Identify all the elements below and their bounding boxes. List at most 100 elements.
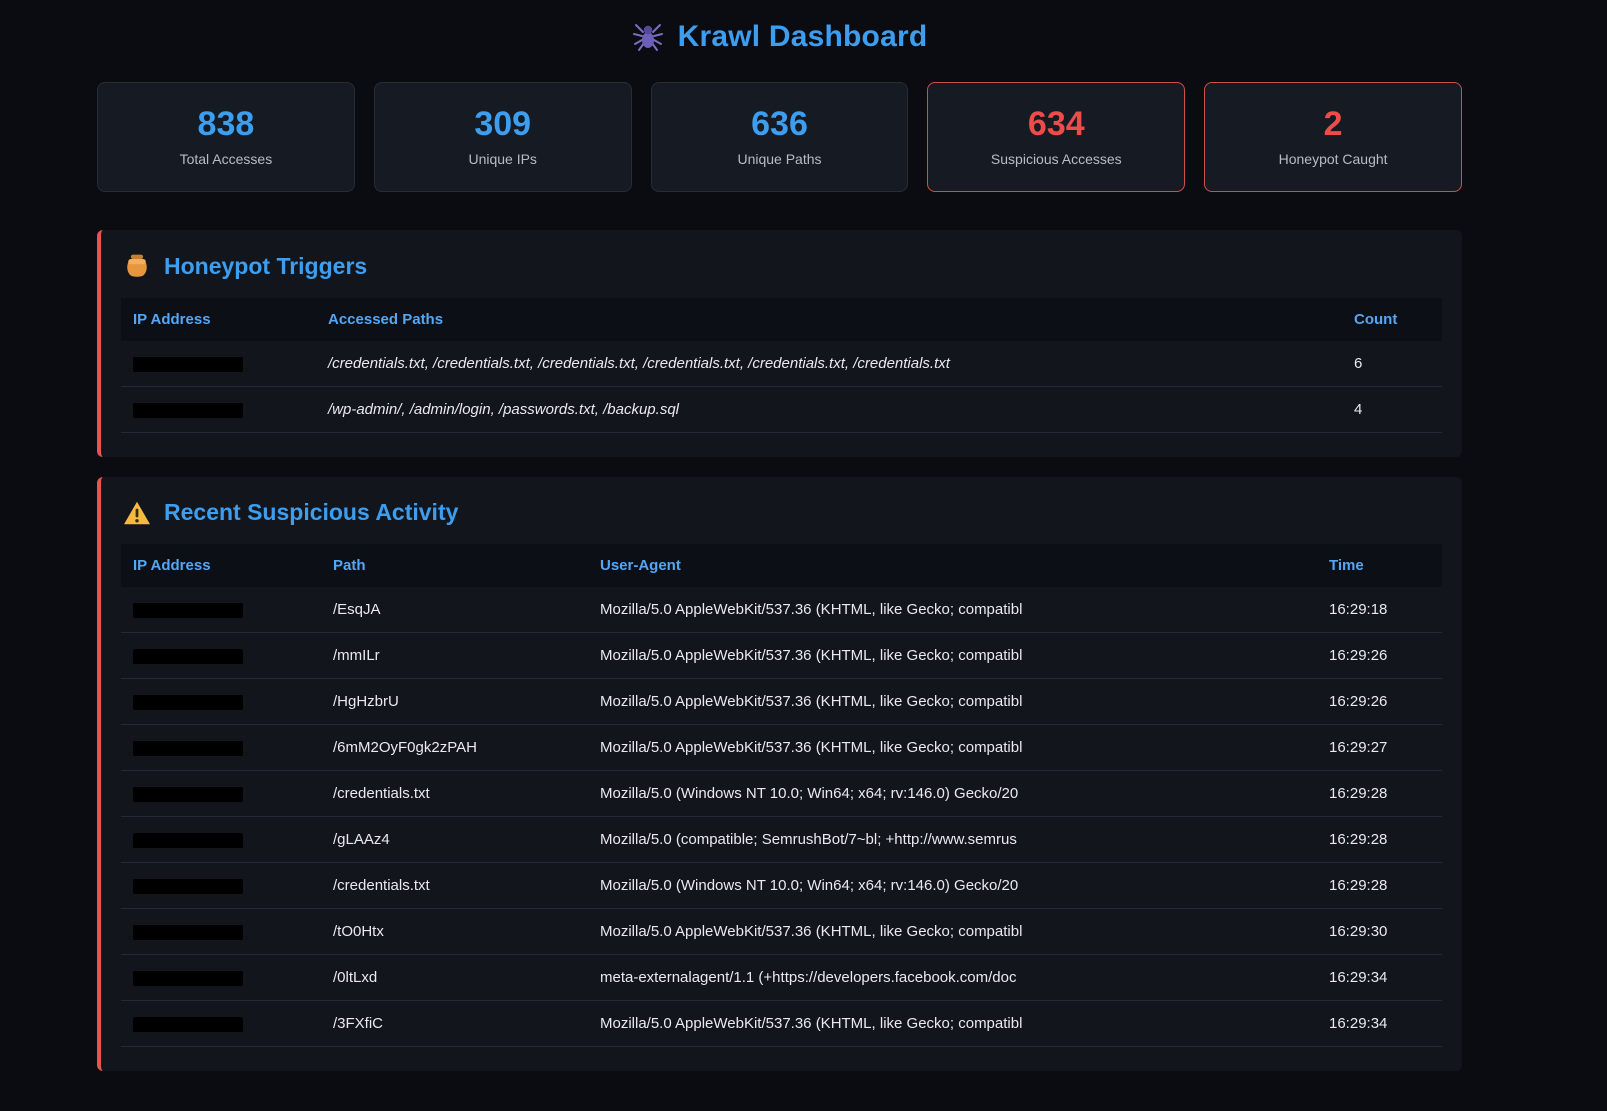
request-time: 16:29:26 bbox=[1317, 679, 1442, 725]
suspicious-row: /tO0HtxMozilla/5.0 AppleWebKit/537.36 (K… bbox=[121, 909, 1442, 955]
ip-cell bbox=[121, 1001, 321, 1047]
stat-label: Unique IPs bbox=[468, 151, 536, 167]
suspicious-panel-header: Recent Suspicious Activity bbox=[121, 499, 1442, 526]
page-title: Krawl Dashboard bbox=[678, 20, 928, 54]
suspicious-tbody: /EsqJAMozilla/5.0 AppleWebKit/537.36 (KH… bbox=[121, 587, 1442, 1047]
suspicious-col-time: Time bbox=[1317, 544, 1442, 587]
honeypot-row: /credentials.txt, /credentials.txt, /cre… bbox=[121, 341, 1442, 387]
user-agent: Mozilla/5.0 AppleWebKit/537.36 (KHTML, l… bbox=[588, 725, 1317, 771]
ip-cell bbox=[121, 725, 321, 771]
suspicious-row: /mmILrMozilla/5.0 AppleWebKit/537.36 (KH… bbox=[121, 633, 1442, 679]
suspicious-row: /gLAAz4Mozilla/5.0 (compatible; SemrushB… bbox=[121, 817, 1442, 863]
user-agent: Mozilla/5.0 AppleWebKit/537.36 (KHTML, l… bbox=[588, 1001, 1317, 1047]
request-time: 16:29:26 bbox=[1317, 633, 1442, 679]
stat-value: 634 bbox=[1028, 107, 1085, 141]
request-path: /tO0Htx bbox=[321, 909, 588, 955]
spider-icon bbox=[632, 21, 664, 53]
ip-cell bbox=[121, 341, 316, 387]
suspicious-panel: Recent Suspicious Activity IP Address Pa… bbox=[97, 477, 1462, 1071]
redacted-ip bbox=[133, 357, 243, 372]
accessed-paths: /wp-admin/, /admin/login, /passwords.txt… bbox=[316, 387, 1342, 433]
request-path: /gLAAz4 bbox=[321, 817, 588, 863]
stat-card-honeypot-caught: 2 Honeypot Caught bbox=[1204, 82, 1462, 192]
stat-label: Suspicious Accesses bbox=[991, 151, 1122, 167]
honeypot-col-ip-address: IP Address bbox=[121, 298, 316, 341]
suspicious-col-ip-address: IP Address bbox=[121, 544, 321, 587]
redacted-ip bbox=[133, 603, 243, 618]
user-agent: Mozilla/5.0 AppleWebKit/537.36 (KHTML, l… bbox=[588, 679, 1317, 725]
user-agent: meta-externalagent/1.1 (+https://develop… bbox=[588, 955, 1317, 1001]
ip-cell bbox=[121, 955, 321, 1001]
stat-label: Total Accesses bbox=[180, 151, 273, 167]
suspicious-col-user-agent: User-Agent bbox=[588, 544, 1317, 587]
accessed-paths: /credentials.txt, /credentials.txt, /cre… bbox=[316, 341, 1342, 387]
request-time: 16:29:30 bbox=[1317, 909, 1442, 955]
stat-card-unique-paths: 636 Unique Paths bbox=[651, 82, 909, 192]
suspicious-row: /EsqJAMozilla/5.0 AppleWebKit/537.36 (KH… bbox=[121, 587, 1442, 633]
suspicious-row: /0ltLxdmeta-externalagent/1.1 (+https://… bbox=[121, 955, 1442, 1001]
request-path: /6mM2OyF0gk2zPAH bbox=[321, 725, 588, 771]
ip-cell bbox=[121, 679, 321, 725]
redacted-ip bbox=[133, 833, 243, 848]
request-time: 16:29:28 bbox=[1317, 771, 1442, 817]
redacted-ip bbox=[133, 741, 243, 756]
stat-card-suspicious-accesses: 634 Suspicious Accesses bbox=[927, 82, 1185, 192]
ip-cell bbox=[121, 387, 316, 433]
suspicious-row: /3FXfiCMozilla/5.0 AppleWebKit/537.36 (K… bbox=[121, 1001, 1442, 1047]
stat-value: 636 bbox=[751, 107, 808, 141]
stat-value: 309 bbox=[474, 107, 531, 141]
request-path: /credentials.txt bbox=[321, 863, 588, 909]
request-path: /3FXfiC bbox=[321, 1001, 588, 1047]
stat-card-total-accesses: 838 Total Accesses bbox=[97, 82, 355, 192]
redacted-ip bbox=[133, 971, 243, 986]
honeypot-tbody: /credentials.txt, /credentials.txt, /cre… bbox=[121, 341, 1442, 433]
suspicious-row: /HgHzbrUMozilla/5.0 AppleWebKit/537.36 (… bbox=[121, 679, 1442, 725]
honeypot-row: /wp-admin/, /admin/login, /passwords.txt… bbox=[121, 387, 1442, 433]
suspicious-row: /6mM2OyF0gk2zPAHMozilla/5.0 AppleWebKit/… bbox=[121, 725, 1442, 771]
stat-value: 838 bbox=[198, 107, 255, 141]
trigger-count: 4 bbox=[1342, 387, 1442, 433]
ip-cell bbox=[121, 863, 321, 909]
ip-cell bbox=[121, 771, 321, 817]
redacted-ip bbox=[133, 1017, 243, 1032]
page-header: Krawl Dashboard bbox=[97, 0, 1462, 82]
request-time: 16:29:27 bbox=[1317, 725, 1442, 771]
ip-cell bbox=[121, 909, 321, 955]
suspicious-title: Recent Suspicious Activity bbox=[164, 499, 458, 526]
redacted-ip bbox=[133, 695, 243, 710]
user-agent: Mozilla/5.0 AppleWebKit/537.36 (KHTML, l… bbox=[588, 587, 1317, 633]
request-path: /EsqJA bbox=[321, 587, 588, 633]
request-time: 16:29:28 bbox=[1317, 817, 1442, 863]
honeypot-header-row: IP Address Accessed Paths Count bbox=[121, 298, 1442, 341]
honeypot-col-accessed-paths: Accessed Paths bbox=[316, 298, 1342, 341]
suspicious-col-path: Path bbox=[321, 544, 588, 587]
redacted-ip bbox=[133, 925, 243, 940]
honeypot-panel: Honeypot Triggers IP Address Accessed Pa… bbox=[97, 230, 1462, 457]
ip-cell bbox=[121, 817, 321, 863]
suspicious-table: IP Address Path User-Agent Time /EsqJAMo… bbox=[121, 544, 1442, 1047]
redacted-ip bbox=[133, 403, 243, 418]
honeypot-title: Honeypot Triggers bbox=[164, 253, 367, 280]
stat-label: Honeypot Caught bbox=[1279, 151, 1388, 167]
request-time: 16:29:18 bbox=[1317, 587, 1442, 633]
suspicious-row: /credentials.txtMozilla/5.0 (Windows NT … bbox=[121, 863, 1442, 909]
request-time: 16:29:28 bbox=[1317, 863, 1442, 909]
suspicious-header-row: IP Address Path User-Agent Time bbox=[121, 544, 1442, 587]
stats-row: 838 Total Accesses 309 Unique IPs 636 Unique … bbox=[97, 82, 1462, 192]
stat-label: Unique Paths bbox=[737, 151, 821, 167]
suspicious-row: /credentials.txtMozilla/5.0 (Windows NT … bbox=[121, 771, 1442, 817]
stat-card-unique-ips: 309 Unique IPs bbox=[374, 82, 632, 192]
stat-value: 2 bbox=[1324, 107, 1343, 141]
request-path: /0ltLxd bbox=[321, 955, 588, 1001]
ip-cell bbox=[121, 633, 321, 679]
user-agent: Mozilla/5.0 (Windows NT 10.0; Win64; x64… bbox=[588, 863, 1317, 909]
redacted-ip bbox=[133, 787, 243, 802]
request-path: /HgHzbrU bbox=[321, 679, 588, 725]
redacted-ip bbox=[133, 649, 243, 664]
user-agent: Mozilla/5.0 AppleWebKit/537.36 (KHTML, l… bbox=[588, 909, 1317, 955]
dashboard: Krawl Dashboard 838 Total Accesses 309 Uniq… bbox=[97, 0, 1462, 1071]
request-time: 16:29:34 bbox=[1317, 955, 1442, 1001]
honeypot-col-count: Count bbox=[1342, 298, 1442, 341]
request-path: /credentials.txt bbox=[321, 771, 588, 817]
honeypot-icon bbox=[123, 252, 151, 280]
